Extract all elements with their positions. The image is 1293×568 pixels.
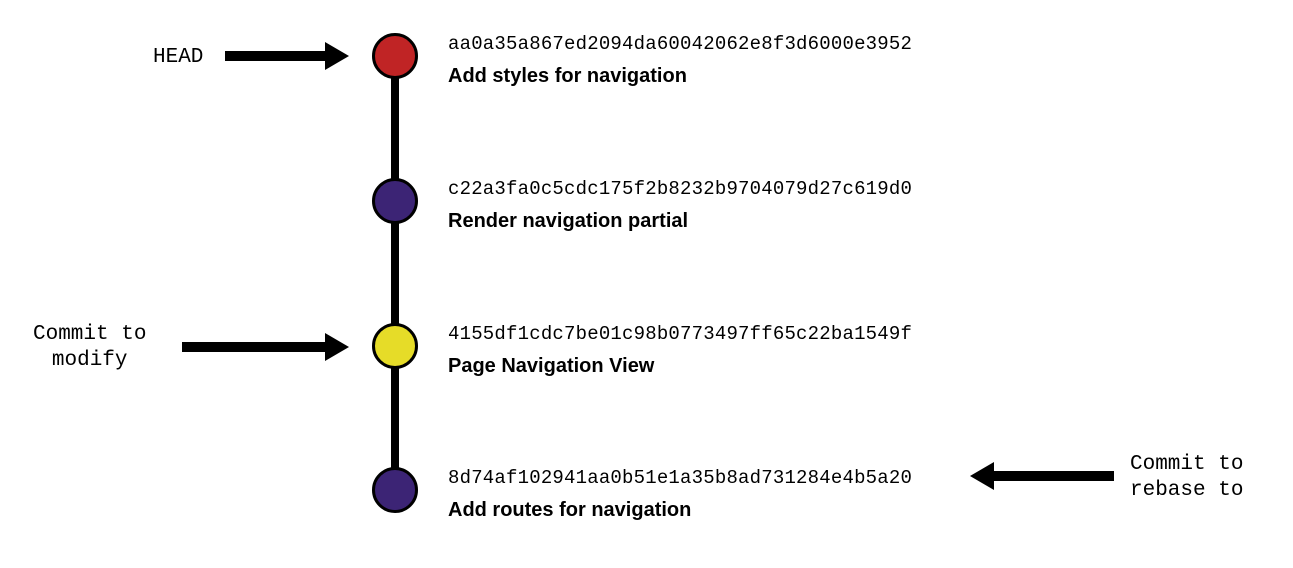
commit-node-head [372, 33, 418, 79]
commit-message: Add styles for navigation [448, 65, 1048, 88]
commit-info: 4155df1cdc7be01c98b0773497ff65c22ba1549f… [448, 323, 1048, 378]
commit-hash: c22a3fa0c5cdc175f2b8232b9704079d27c619d0 [448, 178, 1048, 200]
commit-node-modify [372, 323, 418, 369]
commit-hash: 4155df1cdc7be01c98b0773497ff65c22ba1549f [448, 323, 1048, 345]
label-head: HEAD [153, 45, 203, 71]
commit-info: c22a3fa0c5cdc175f2b8232b9704079d27c619d0… [448, 178, 1048, 233]
commit-message: Render navigation partial [448, 210, 1048, 233]
commit-node [372, 178, 418, 224]
commit-hash: 8d74af102941aa0b51e1a35b8ad731284e4b5a20 [448, 467, 1048, 489]
commit-node-rebase-to [372, 467, 418, 513]
commit-info: 8d74af102941aa0b51e1a35b8ad731284e4b5a20… [448, 467, 1048, 522]
commit-message: Page Navigation View [448, 355, 1048, 378]
label-commit-to-rebase-to: Commit to rebase to [1130, 452, 1243, 505]
connector-line [391, 56, 399, 490]
commit-message: Add routes for navigation [448, 499, 1048, 522]
commit-info: aa0a35a867ed2094da60042062e8f3d6000e3952… [448, 33, 1048, 88]
commit-hash: aa0a35a867ed2094da60042062e8f3d6000e3952 [448, 33, 1048, 55]
git-history-diagram: aa0a35a867ed2094da60042062e8f3d6000e3952… [0, 0, 1293, 568]
label-commit-to-modify: Commit to modify [33, 322, 146, 375]
